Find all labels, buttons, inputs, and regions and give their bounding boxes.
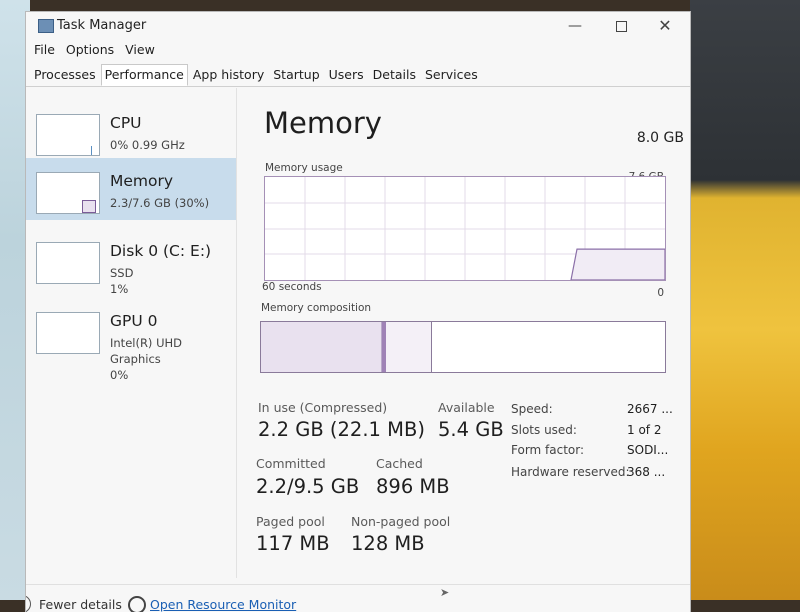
memory-usage-graph xyxy=(264,176,666,281)
tab-details[interactable]: Details xyxy=(369,64,420,86)
graph-time-label: 60 seconds xyxy=(262,281,322,293)
tab-divider xyxy=(26,86,690,87)
tab-services[interactable]: Services xyxy=(421,64,482,86)
sidebar-item-label: CPU xyxy=(110,114,142,132)
tab-app-history[interactable]: App history xyxy=(189,64,268,86)
disk-type: SSD xyxy=(110,266,134,280)
slots-label: Slots used: xyxy=(511,423,577,437)
paged-pool-value: 117 MB xyxy=(256,532,330,555)
composition-in-use xyxy=(261,322,383,372)
in-use-label: In use (Compressed) xyxy=(258,400,388,415)
speed-value: 2667 ... xyxy=(627,402,673,416)
memory-composition-label: Memory composition xyxy=(261,302,372,314)
paged-pool-label: Paged pool xyxy=(256,514,325,529)
cached-label: Cached xyxy=(376,456,423,471)
sidebar-item-gpu[interactable]: GPU 0 Intel(R) UHD Graphics 0% xyxy=(26,298,236,382)
sidebar-item-label: GPU 0 xyxy=(110,312,158,330)
chevron-up-icon[interactable]: ⌃ xyxy=(26,595,31,612)
sidebar-item-memory[interactable]: Memory 2.3/7.6 GB (30%) xyxy=(26,158,236,220)
title-bar: Task Manager — ✕ xyxy=(26,12,690,40)
memory-total: 8.0 GB xyxy=(636,130,684,146)
memory-usage-label: Memory usage xyxy=(265,162,343,174)
memory-thumbnail-graph xyxy=(36,172,100,214)
sidebar-item-cpu[interactable]: CPU 0% 0.99 GHz xyxy=(26,100,236,162)
form-factor-value: SODI... xyxy=(627,443,669,457)
cached-value: 896 MB xyxy=(376,475,450,498)
sidebar-item-detail: 0% 0.99 GHz xyxy=(110,138,185,152)
tab-users[interactable]: Users xyxy=(325,64,368,86)
fewer-details-link[interactable]: Fewer details xyxy=(39,597,122,612)
gpu-thumbnail-graph xyxy=(36,312,100,354)
composition-standby xyxy=(386,322,432,372)
disk-thumbnail-graph xyxy=(36,242,100,284)
tab-performance[interactable]: Performance xyxy=(100,64,188,86)
hardware-reserved-label: Hardware reserved: xyxy=(511,465,630,479)
sidebar-item-detail: SSD 1% xyxy=(110,265,133,297)
page-title: Memory xyxy=(264,106,382,140)
mouse-cursor-icon: ➤ xyxy=(440,586,450,599)
minimize-button[interactable]: — xyxy=(560,16,590,36)
menu-view[interactable]: View xyxy=(125,42,155,57)
gpu-model: Intel(R) UHD Graphics xyxy=(110,336,182,366)
tab-bar: Processes Performance App history Startu… xyxy=(30,64,483,86)
close-button[interactable]: ✕ xyxy=(650,16,680,36)
non-paged-pool-label: Non-paged pool xyxy=(351,514,451,529)
sidebar-item-disk[interactable]: Disk 0 (C: E:) SSD 1% xyxy=(26,228,236,296)
non-paged-pool-value: 128 MB xyxy=(351,532,425,555)
menu-options[interactable]: Options xyxy=(66,42,114,57)
menu-bar: File Options View xyxy=(34,42,162,60)
sidebar-item-detail: 2.3/7.6 GB (30%) xyxy=(110,196,210,210)
memory-usage-line xyxy=(570,248,665,280)
slots-value: 1 of 2 xyxy=(627,423,662,437)
graph-zero-label: 0 xyxy=(657,287,664,299)
task-manager-icon xyxy=(38,19,54,33)
sidebar-item-label: Memory xyxy=(110,172,174,190)
memory-composition-bar xyxy=(260,321,666,373)
tab-startup[interactable]: Startup xyxy=(269,64,323,86)
performance-sidebar: CPU 0% 0.99 GHz Memory 2.3/7.6 GB (30%) … xyxy=(26,88,237,578)
available-value: 5.4 GB xyxy=(438,418,504,441)
cpu-thumbnail-graph xyxy=(36,114,100,156)
hardware-reserved-value: 368 ... xyxy=(627,465,666,479)
footer-bar: ⌃ Fewer details Open Resource Monitor xyxy=(26,584,690,612)
photo-background-right xyxy=(690,0,800,600)
memory-usage-svg xyxy=(265,177,665,280)
memory-detail-panel: Memory 8.0 GB Memory usage 7.6 GB 60 sec… xyxy=(254,88,684,578)
menu-file[interactable]: File xyxy=(34,42,55,57)
available-label: Available xyxy=(438,400,495,415)
window-title: Task Manager xyxy=(57,18,147,33)
form-factor-label: Form factor: xyxy=(511,443,585,457)
committed-value: 2.2/9.5 GB xyxy=(256,475,360,498)
sidebar-item-label: Disk 0 (C: E:) xyxy=(110,242,212,260)
maximize-button[interactable] xyxy=(606,16,636,36)
in-use-value: 2.2 GB (22.1 MB) xyxy=(258,418,425,441)
resource-monitor-icon xyxy=(128,596,146,612)
committed-label: Committed xyxy=(256,456,326,471)
sidebar-item-detail: Intel(R) UHD Graphics 0% xyxy=(110,335,236,383)
open-resource-monitor-link[interactable]: Open Resource Monitor xyxy=(150,597,296,612)
tab-processes[interactable]: Processes xyxy=(30,64,100,86)
disk-usage: 1% xyxy=(110,282,129,296)
speed-label: Speed: xyxy=(511,402,553,416)
gpu-usage: 0% xyxy=(110,368,129,382)
task-manager-window: Task Manager — ✕ File Options View Proce… xyxy=(26,12,690,612)
